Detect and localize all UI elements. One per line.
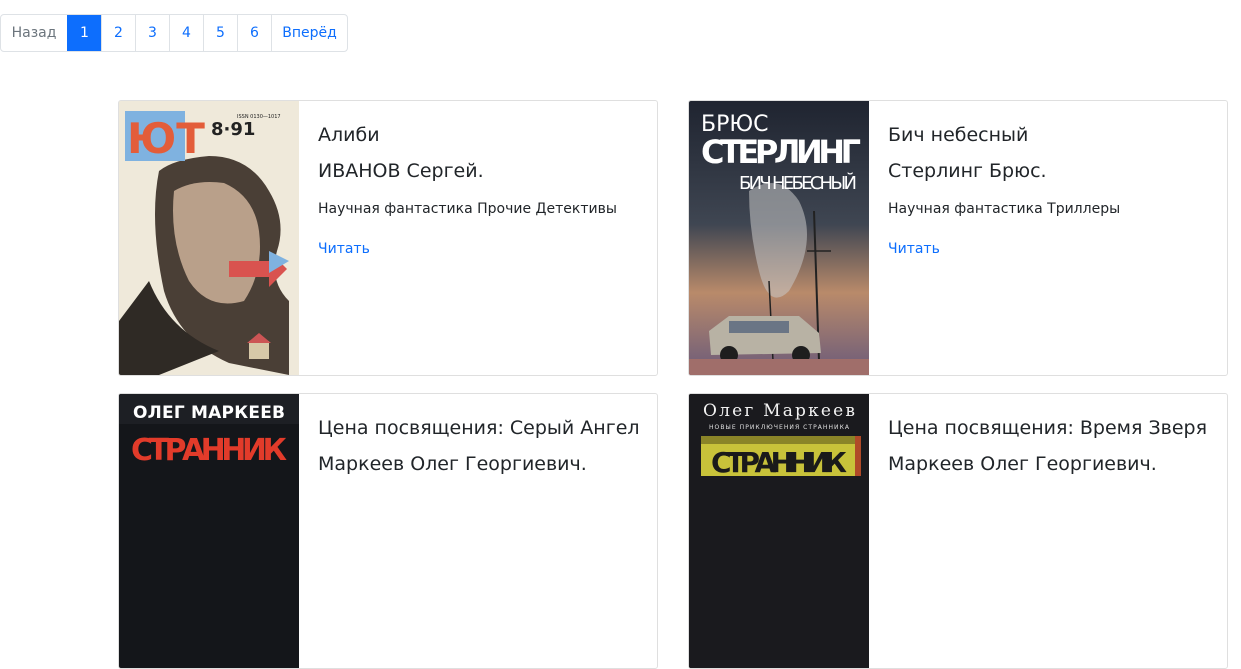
book-author: Маркеев Олег Георгиевич. bbox=[888, 453, 1157, 475]
book-card: ОЛЕГ МАРКЕЕВ СТРАННИК Цена посвящения: С… bbox=[118, 393, 658, 669]
read-link[interactable]: Читать bbox=[888, 239, 940, 259]
book-genres: Научная фантастика Прочие Детективы bbox=[318, 201, 617, 217]
pagination-next[interactable]: Вперёд bbox=[271, 15, 347, 51]
cover-subtitle-text: БИЧ НЕБЕСНЫЙ bbox=[739, 172, 857, 194]
book-card: Олег Маркеев НОВЫЕ ПРИКЛЮЧЕНИЯ СТРАННИКА… bbox=[688, 393, 1228, 669]
book-author: Стерлинг Брюс. bbox=[888, 160, 1047, 182]
cover-title-text: СТЕРЛИНГ bbox=[701, 133, 861, 171]
book-author: Маркеев Олег Георгиевич. bbox=[318, 453, 587, 475]
book-cover[interactable]: БРЮС СТЕРЛИНГ БИЧ НЕБЕСНЫЙ bbox=[689, 101, 869, 375]
pagination-prev[interactable]: Назад bbox=[1, 15, 67, 51]
book-title: Цена посвящения: Время Зверя bbox=[888, 417, 1208, 439]
pagination-page-3[interactable]: 3 bbox=[135, 15, 169, 51]
cover-author-text: Олег Маркеев bbox=[703, 401, 855, 421]
book-title: Алиби bbox=[318, 124, 380, 146]
pagination: Назад 1 2 3 4 5 6 Вперёд bbox=[0, 14, 348, 52]
pagination-page-2[interactable]: 2 bbox=[101, 15, 135, 51]
pagination-page-1[interactable]: 1 bbox=[67, 15, 101, 51]
cover-title-text: СТРАННИК bbox=[131, 433, 287, 468]
book-cover[interactable]: ОЛЕГ МАРКЕЕВ СТРАННИК bbox=[119, 394, 299, 668]
book-genres: Научная фантастика Триллеры bbox=[888, 201, 1121, 217]
book-cover[interactable]: Олег Маркеев НОВЫЕ ПРИКЛЮЧЕНИЯ СТРАННИКА… bbox=[689, 394, 869, 668]
book-cover[interactable]: ЮТ 8·91 ISSN 0130—1017 bbox=[119, 101, 299, 375]
book-author: ИВАНОВ Сергей. bbox=[318, 160, 484, 182]
book-card: ЮТ 8·91 ISSN 0130—1017 Алиби ИВАНОВ Серг… bbox=[118, 100, 658, 376]
pagination-page-4[interactable]: 4 bbox=[169, 15, 203, 51]
cover-title-text: СТРАННИК bbox=[711, 446, 847, 479]
read-link[interactable]: Читать bbox=[318, 239, 370, 259]
book-title: Цена посвящения: Серый Ангел bbox=[318, 417, 640, 439]
cover-title-text: ЮТ bbox=[127, 114, 205, 163]
cover-issn-text: ISSN 0130—1017 bbox=[237, 114, 281, 120]
cover-subtitle-text: НОВЫЕ ПРИКЛЮЧЕНИЯ СТРАННИКА bbox=[709, 424, 850, 431]
book-card: БРЮС СТЕРЛИНГ БИЧ НЕБЕСНЫЙ Бич небесный … bbox=[688, 100, 1228, 376]
pagination-page-6[interactable]: 6 bbox=[237, 15, 271, 51]
cover-issue-text: 8·91 bbox=[211, 119, 255, 140]
pagination-page-5[interactable]: 5 bbox=[203, 15, 237, 51]
book-title: Бич небесный bbox=[888, 124, 1029, 146]
cover-author-text: ОЛЕГ МАРКЕЕВ bbox=[133, 403, 285, 423]
